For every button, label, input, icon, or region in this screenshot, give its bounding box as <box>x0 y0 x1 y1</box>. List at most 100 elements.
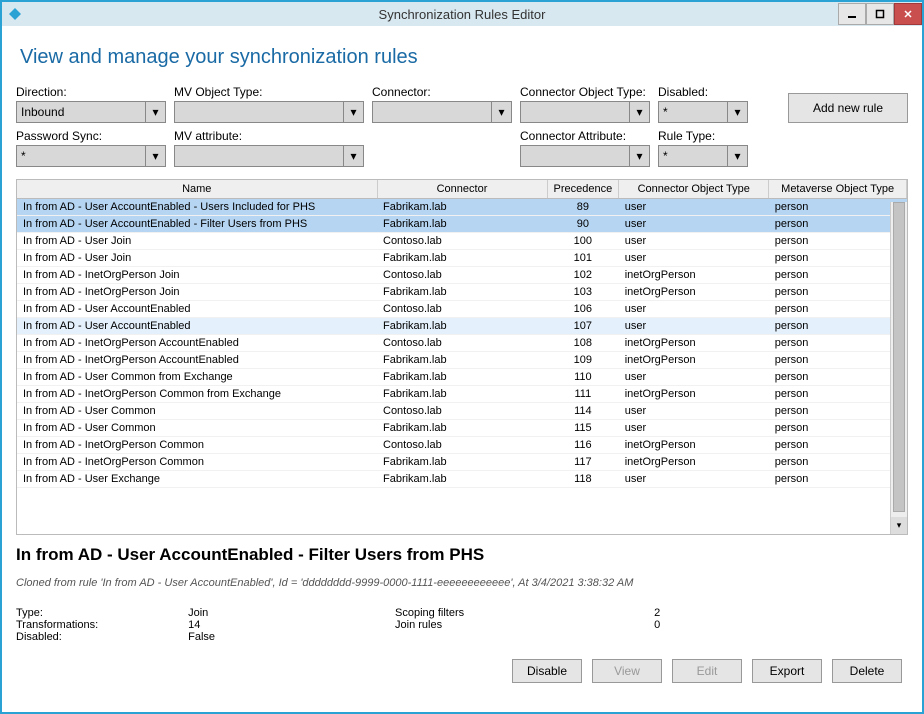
col-connector[interactable]: Connector <box>377 180 547 199</box>
cell: 115 <box>547 420 619 437</box>
join-rules-value: 0 <box>654 619 660 631</box>
cell: user <box>619 233 769 250</box>
table-row[interactable]: In from AD - User AccountEnabled - Filte… <box>17 216 907 233</box>
cell: In from AD - InetOrgPerson Join <box>17 267 377 284</box>
cell: Fabrikam.lab <box>377 471 547 488</box>
table-row[interactable]: In from AD - User JoinFabrikam.lab101use… <box>17 250 907 267</box>
disabled-detail-label: Disabled: <box>16 631 98 643</box>
mv-object-type-combo[interactable]: ▾ <box>174 101 364 123</box>
table-row[interactable]: In from AD - User JoinContoso.lab100user… <box>17 233 907 250</box>
table-row[interactable]: In from AD - User AccountEnabledContoso.… <box>17 301 907 318</box>
rules-table[interactable]: Name Connector Precedence Connector Obje… <box>16 179 908 535</box>
scroll-down-icon[interactable]: ▾ <box>891 517 907 534</box>
cell: 111 <box>547 386 619 403</box>
close-button[interactable] <box>894 3 922 25</box>
cell: inetOrgPerson <box>619 437 769 454</box>
table-row[interactable]: In from AD - User ExchangeFabrikam.lab11… <box>17 471 907 488</box>
chevron-down-icon: ▾ <box>629 146 649 166</box>
cell: person <box>769 471 907 488</box>
cell: user <box>619 301 769 318</box>
chevron-down-icon: ▾ <box>343 146 363 166</box>
cell: Fabrikam.lab <box>377 216 547 233</box>
cell: 103 <box>547 284 619 301</box>
chevron-down-icon: ▾ <box>491 102 511 122</box>
col-metaverse-object-type[interactable]: Metaverse Object Type <box>769 180 907 199</box>
cell: Fabrikam.lab <box>377 318 547 335</box>
cell: person <box>769 284 907 301</box>
cell: inetOrgPerson <box>619 284 769 301</box>
col-connector-object-type[interactable]: Connector Object Type <box>619 180 769 199</box>
disable-button[interactable]: Disable <box>512 659 582 683</box>
table-row[interactable]: In from AD - InetOrgPerson CommonFabrika… <box>17 454 907 471</box>
edit-button[interactable]: Edit <box>672 659 742 683</box>
cell: inetOrgPerson <box>619 267 769 284</box>
cell: inetOrgPerson <box>619 454 769 471</box>
scrollbar-thumb[interactable] <box>893 202 905 512</box>
cell: In from AD - InetOrgPerson AccountEnable… <box>17 352 377 369</box>
table-row[interactable]: In from AD - User AccountEnabledFabrikam… <box>17 318 907 335</box>
cell: 116 <box>547 437 619 454</box>
cell: person <box>769 437 907 454</box>
cell: person <box>769 216 907 233</box>
transformations-label: Transformations: <box>16 619 98 631</box>
password-sync-combo[interactable]: *▾ <box>16 145 166 167</box>
chevron-down-icon: ▾ <box>727 146 747 166</box>
table-row[interactable]: In from AD - User Common from ExchangeFa… <box>17 369 907 386</box>
delete-button[interactable]: Delete <box>832 659 902 683</box>
direction-combo[interactable]: Inbound▾ <box>16 101 166 123</box>
cell: person <box>769 267 907 284</box>
cell: In from AD - User AccountEnabled - Filte… <box>17 216 377 233</box>
connector-object-type-label: Connector Object Type: <box>520 85 650 99</box>
app-window: Synchronization Rules Editor View and ma… <box>0 0 924 714</box>
rule-type-combo[interactable]: *▾ <box>658 145 748 167</box>
cell: user <box>619 199 769 216</box>
cell: 110 <box>547 369 619 386</box>
chevron-down-icon: ▾ <box>145 146 165 166</box>
mv-attribute-combo[interactable]: ▾ <box>174 145 364 167</box>
connector-object-type-combo[interactable]: ▾ <box>520 101 650 123</box>
cell: 101 <box>547 250 619 267</box>
minimize-button[interactable] <box>838 3 866 25</box>
scrollbar[interactable]: ▾ <box>890 202 907 534</box>
cell: user <box>619 216 769 233</box>
cell: In from AD - User AccountEnabled - Users… <box>17 199 377 216</box>
transformations-value: 14 <box>188 619 215 631</box>
cell: Contoso.lab <box>377 233 547 250</box>
table-row[interactable]: In from AD - User AccountEnabled - Users… <box>17 199 907 216</box>
cell: Contoso.lab <box>377 267 547 284</box>
table-row[interactable]: In from AD - InetOrgPerson JoinContoso.l… <box>17 267 907 284</box>
add-new-rule-button[interactable]: Add new rule <box>788 93 908 123</box>
chevron-down-icon: ▾ <box>343 102 363 122</box>
connector-label: Connector: <box>372 85 512 99</box>
table-row[interactable]: In from AD - InetOrgPerson AccountEnable… <box>17 352 907 369</box>
table-row[interactable]: In from AD - InetOrgPerson AccountEnable… <box>17 335 907 352</box>
view-button[interactable]: View <box>592 659 662 683</box>
mv-attribute-label: MV attribute: <box>174 129 364 143</box>
table-row[interactable]: In from AD - User CommonFabrikam.lab115u… <box>17 420 907 437</box>
cell: 107 <box>547 318 619 335</box>
cell: user <box>619 420 769 437</box>
cell: Fabrikam.lab <box>377 284 547 301</box>
password-sync-label: Password Sync: <box>16 129 166 143</box>
col-name[interactable]: Name <box>17 180 377 199</box>
maximize-button[interactable] <box>866 3 894 25</box>
cell: Fabrikam.lab <box>377 352 547 369</box>
table-row[interactable]: In from AD - User CommonContoso.lab114us… <box>17 403 907 420</box>
col-precedence[interactable]: Precedence <box>547 180 619 199</box>
table-row[interactable]: In from AD - InetOrgPerson CommonContoso… <box>17 437 907 454</box>
cell: In from AD - User Common <box>17 403 377 420</box>
cell: 114 <box>547 403 619 420</box>
scoping-filters-label: Scoping filters <box>395 607 464 619</box>
cell: person <box>769 301 907 318</box>
disabled-combo[interactable]: *▾ <box>658 101 748 123</box>
connector-combo[interactable]: ▾ <box>372 101 512 123</box>
chevron-down-icon: ▾ <box>629 102 649 122</box>
page-title: View and manage your synchronization rul… <box>20 46 908 69</box>
table-row[interactable]: In from AD - InetOrgPerson JoinFabrikam.… <box>17 284 907 301</box>
cell: user <box>619 250 769 267</box>
connector-attribute-combo[interactable]: ▾ <box>520 145 650 167</box>
export-button[interactable]: Export <box>752 659 822 683</box>
cell: user <box>619 471 769 488</box>
scoping-filters-value: 2 <box>654 607 660 619</box>
table-row[interactable]: In from AD - InetOrgPerson Common from E… <box>17 386 907 403</box>
